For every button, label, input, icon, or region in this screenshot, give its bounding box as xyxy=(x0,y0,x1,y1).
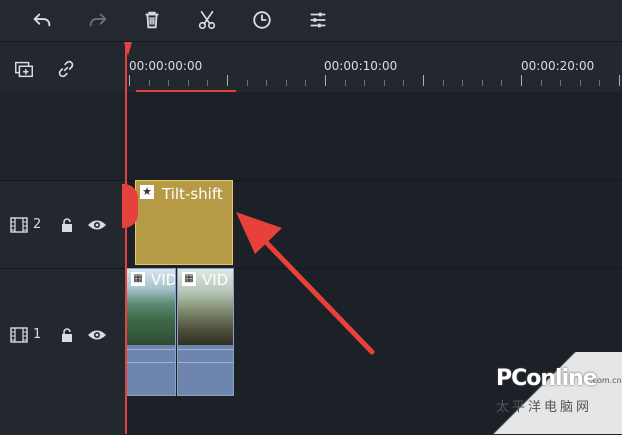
ruler-tick xyxy=(482,80,483,86)
audio-waveform xyxy=(127,362,175,363)
track-number: 2 xyxy=(33,217,42,232)
add-track-button[interactable] xyxy=(11,56,37,82)
playhead-line[interactable] xyxy=(125,42,127,434)
eye-icon[interactable] xyxy=(87,327,107,343)
lock-icon[interactable] xyxy=(59,327,75,343)
timeline-toolbar xyxy=(0,0,622,42)
sliders-icon xyxy=(310,12,326,28)
film-icon: ▦ xyxy=(182,272,196,286)
ruler-tick xyxy=(560,80,561,86)
delete-button[interactable] xyxy=(138,6,166,34)
effect-star-icon: ★ xyxy=(140,185,154,199)
ruler-tick xyxy=(345,80,346,86)
ruler-tick xyxy=(168,80,169,86)
eye-icon[interactable] xyxy=(87,217,107,233)
cut-button[interactable] xyxy=(193,6,221,34)
video-clip-2[interactable]: ▦ VID xyxy=(177,268,234,396)
ruler-tick xyxy=(580,80,581,86)
watermark-logo-text: PConline xyxy=(496,366,598,391)
watermark-logo: PConline .com.cn 太平洋电脑网 xyxy=(488,352,622,434)
ruler-tick xyxy=(384,80,385,86)
add-track-icon xyxy=(15,61,33,78)
ruler-tick xyxy=(541,80,542,86)
timecode-label: 00:00:00:00 xyxy=(129,59,203,73)
ruler-tick xyxy=(286,80,287,86)
video-clip-label: VID xyxy=(202,271,229,289)
timeline-header-controls xyxy=(0,42,125,92)
link-button[interactable] xyxy=(53,56,79,82)
film-track-icon xyxy=(10,217,28,233)
track-header-1: 1 xyxy=(0,268,125,435)
ruler-tick xyxy=(501,80,502,86)
undo-icon xyxy=(33,13,51,27)
redo-button[interactable] xyxy=(84,6,112,34)
audio-waveform xyxy=(178,362,233,363)
ruler-tick xyxy=(443,80,444,86)
watermark-domain: .com.cn xyxy=(590,376,622,385)
ruler-tick xyxy=(364,80,365,86)
film-icon: ▦ xyxy=(131,272,145,286)
duration-button[interactable] xyxy=(248,6,276,34)
effect-clip-tilt-shift[interactable]: ★ Tilt-shift xyxy=(135,180,233,265)
ruler-tick xyxy=(325,75,326,86)
ruler-tick xyxy=(619,75,620,86)
empty-track-header xyxy=(0,92,125,180)
timecode-label: 00:00:20:00 xyxy=(521,59,595,73)
track-number: 1 xyxy=(33,327,42,342)
video-clip-label: VID xyxy=(151,271,176,289)
ruler-tick xyxy=(403,80,404,86)
ruler-tick xyxy=(129,75,130,86)
ruler-tick xyxy=(423,75,424,86)
film-track-icon xyxy=(10,327,28,343)
video-clip-1[interactable]: ▦ VID xyxy=(126,268,176,396)
adjust-button[interactable] xyxy=(304,6,332,34)
timecode-label: 00:00:10:00 xyxy=(324,59,398,73)
time-ruler[interactable]: 00:00:00:00 00:00:10:00 00:00:20:00 xyxy=(125,42,622,92)
audio-waveform xyxy=(178,349,233,350)
scissors-icon xyxy=(198,10,216,30)
undo-button[interactable] xyxy=(28,6,56,34)
effect-clip-label: Tilt-shift xyxy=(162,185,223,203)
empty-track-area[interactable] xyxy=(125,92,622,180)
ruler-tick xyxy=(227,75,228,86)
trash-icon xyxy=(145,11,159,29)
lock-icon[interactable] xyxy=(59,217,75,233)
clock-icon xyxy=(253,11,271,29)
audio-waveform xyxy=(127,349,175,350)
ruler-tick xyxy=(207,80,208,86)
ruler-tick xyxy=(266,80,267,86)
playhead-marker[interactable] xyxy=(124,42,132,56)
ruler-tick xyxy=(188,80,189,86)
ruler-tick xyxy=(599,80,600,86)
ruler-tick xyxy=(521,75,522,86)
ruler-tick xyxy=(305,80,306,86)
playhead-scissor-handle[interactable] xyxy=(122,184,138,228)
link-icon xyxy=(58,60,74,78)
watermark-chinese-text: 太平洋电脑网 xyxy=(496,400,593,415)
redo-icon xyxy=(89,13,107,27)
track-header-2: 2 xyxy=(0,180,125,269)
ruler-tick xyxy=(149,80,150,86)
ruler-tick xyxy=(247,80,248,86)
ruler-tick xyxy=(462,80,463,86)
